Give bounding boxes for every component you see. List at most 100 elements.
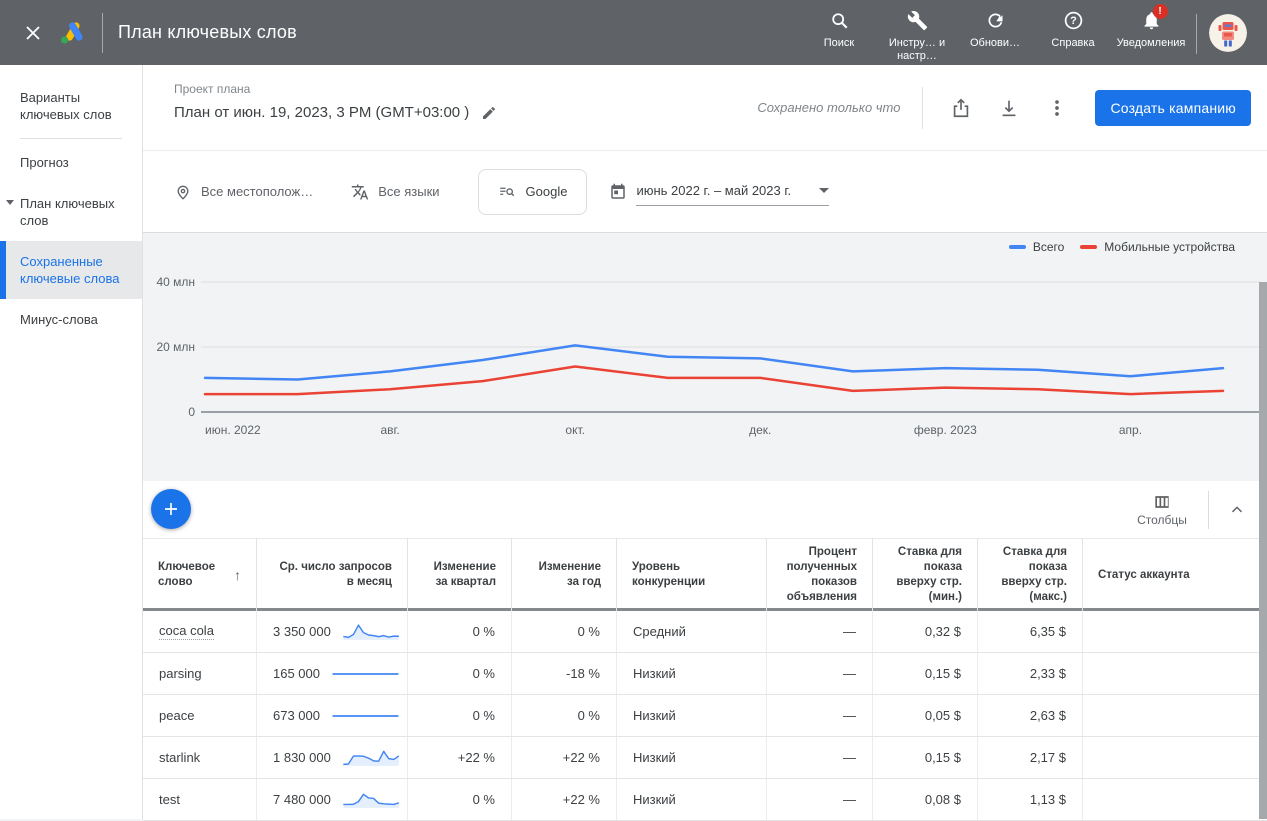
column-header-label: Изменение за квартал	[423, 560, 496, 590]
translate-icon	[351, 183, 369, 201]
refresh-icon	[985, 10, 1006, 35]
cell-top_bid_low: 0,32 $	[873, 611, 978, 652]
columns-icon	[1152, 492, 1172, 512]
sidebar-item-negative-keywords[interactable]: Минус-слова	[0, 299, 142, 340]
expander-triangle-icon[interactable]	[6, 200, 14, 205]
search-volume-sparkline	[342, 618, 400, 646]
column-header-account_status[interactable]: Статус аккаунта	[1083, 539, 1267, 611]
cell-top_bid_high: 2,33 $	[978, 653, 1083, 694]
svg-text:0: 0	[188, 405, 195, 419]
cell-competition: Низкий	[617, 653, 767, 694]
more-options-kebab-icon[interactable]	[1033, 88, 1081, 128]
topnav-label: Справка	[1051, 37, 1094, 50]
cell-avg_searches: 3 350 000	[257, 611, 408, 652]
cell-competition: Низкий	[617, 779, 767, 820]
column-header-keyword[interactable]: Ключевое слово↑	[143, 539, 257, 611]
traffic-chart-section: 020 млн40 млниюн. 2022авг.окт.дек.февр. …	[143, 233, 1267, 481]
svg-text:апр.: апр.	[1119, 423, 1142, 437]
cell-keyword[interactable]: parsing	[143, 653, 257, 694]
languages-filter-label: Все языки	[378, 184, 439, 199]
notifications-icon: !	[1141, 10, 1162, 35]
column-header-competition[interactable]: Уровень конкуренции	[617, 539, 767, 611]
cell-top_bid_low: 0,15 $	[873, 653, 978, 694]
location-pin-icon	[174, 183, 192, 201]
traffic-chart: 020 млн40 млниюн. 2022авг.окт.дек.февр. …	[143, 233, 1267, 481]
cell-qoq: 0 %	[408, 695, 512, 736]
search-network-icon	[498, 183, 516, 201]
legend-label: Мобильные устройства	[1104, 240, 1235, 254]
sidebar-item-keyword-ideas[interactable]: Варианты ключевых слов	[0, 77, 142, 135]
cell-yoy: 0 %	[512, 695, 617, 736]
cell-top_bid_high: 2,17 $	[978, 737, 1083, 778]
collapse-table-button[interactable]	[1223, 496, 1251, 524]
app-title: План ключевых слов	[118, 22, 297, 43]
date-range-label: июнь 2022 г. – май 2023 г.	[636, 183, 791, 198]
cell-yoy: +22 %	[512, 737, 617, 778]
cell-keyword[interactable]: starlink	[143, 737, 257, 778]
vertical-scrollbar-thumb[interactable]	[1259, 282, 1267, 819]
cell-impr_share: —	[767, 779, 873, 820]
cell-qoq: 0 %	[408, 611, 512, 652]
cell-qoq: 0 %	[408, 653, 512, 694]
filter-bar: Все местополож… Все языки Google июнь 20…	[143, 151, 1267, 233]
cell-keyword[interactable]: test	[143, 779, 257, 820]
svg-text:февр. 2023: февр. 2023	[914, 423, 977, 437]
table-header-row: Ключевое слово↑ Ср. число запросов в меся…	[143, 538, 1267, 611]
column-header-impr_share[interactable]: Процент полученных показов объявления	[767, 539, 873, 611]
topnav-refresh[interactable]: Обнови…	[956, 10, 1034, 50]
topnav-search[interactable]: Поиск	[800, 10, 878, 50]
sidebar-item-forecast[interactable]: Прогноз	[0, 142, 142, 183]
topnav-help[interactable]: ?Справка	[1034, 10, 1112, 50]
column-header-label: Ставка для показа вверху стр. (мин.)	[888, 545, 962, 605]
cell-avg_searches: 673 000	[257, 695, 408, 736]
chevron-down-icon	[819, 188, 829, 193]
column-header-top_bid_high[interactable]: Ставка для показа вверху стр. (макс.)	[978, 539, 1083, 611]
main-content: Проект плана План от июн. 19, 2023, 3 PM…	[143, 65, 1267, 819]
account-avatar[interactable]	[1209, 14, 1247, 52]
plan-header-divider	[922, 87, 923, 129]
add-keywords-button[interactable]	[151, 489, 191, 529]
sidebar-item-label: Прогноз	[20, 155, 69, 170]
locations-filter[interactable]: Все местополож…	[174, 183, 313, 201]
cell-avg_searches: 165 000	[257, 653, 408, 694]
column-header-top_bid_low[interactable]: Ставка для показа вверху стр. (мин.)	[873, 539, 978, 611]
topnav-tools[interactable]: Инстру… и настр…	[878, 10, 956, 63]
cell-account_status	[1083, 695, 1267, 736]
create-campaign-button[interactable]: Создать кампанию	[1095, 90, 1251, 126]
sidebar-item-saved-keywords[interactable]: Сохраненные ключевые слова	[0, 241, 142, 299]
cell-qoq: +22 %	[408, 737, 512, 778]
date-range-filter[interactable]: июнь 2022 г. – май 2023 г.	[609, 177, 829, 206]
google-ads-logo[interactable]	[59, 20, 87, 46]
column-header-qoq[interactable]: Изменение за квартал	[408, 539, 512, 611]
network-filter[interactable]: Google	[478, 169, 588, 215]
columns-button-label: Столбцы	[1137, 513, 1187, 527]
sidebar-item-keyword-plan[interactable]: План ключевых слов	[0, 183, 142, 241]
languages-filter[interactable]: Все языки	[351, 183, 439, 201]
edit-plan-name-icon[interactable]	[481, 105, 497, 121]
plan-eyebrow: Проект плана	[174, 82, 250, 96]
columns-button[interactable]: Столбцы	[1130, 492, 1194, 527]
plus-icon	[162, 500, 180, 518]
sidebar-item-label: Минус-слова	[20, 312, 98, 327]
topnav-label: Инстру… и настр…	[886, 37, 948, 63]
cell-top_bid_high: 1,13 $	[978, 779, 1083, 820]
sidebar-item-label: План ключевых слов	[20, 196, 115, 228]
cell-competition: Низкий	[617, 737, 767, 778]
close-icon[interactable]	[21, 21, 45, 45]
topnav-notifications[interactable]: !Уведомления	[1112, 10, 1190, 50]
toolbar-divider	[1208, 491, 1209, 529]
column-header-label: Ср. число запросов в месяц	[272, 560, 392, 590]
cell-keyword[interactable]: peace	[143, 695, 257, 736]
share-icon[interactable]	[937, 88, 985, 128]
column-header-label: Изменение за год	[527, 560, 601, 590]
column-header-label: Уровень конкуренции	[632, 560, 751, 590]
sort-ascending-icon: ↑	[234, 568, 241, 583]
cell-impr_share: —	[767, 737, 873, 778]
legend-dash-icon	[1080, 245, 1097, 249]
column-header-yoy[interactable]: Изменение за год	[512, 539, 617, 611]
download-icon[interactable]	[985, 88, 1033, 128]
cell-account_status	[1083, 611, 1267, 652]
cell-keyword[interactable]: coca cola	[143, 611, 257, 652]
cell-top_bid_high: 6,35 $	[978, 611, 1083, 652]
column-header-avg_searches[interactable]: Ср. число запросов в месяц	[257, 539, 408, 611]
